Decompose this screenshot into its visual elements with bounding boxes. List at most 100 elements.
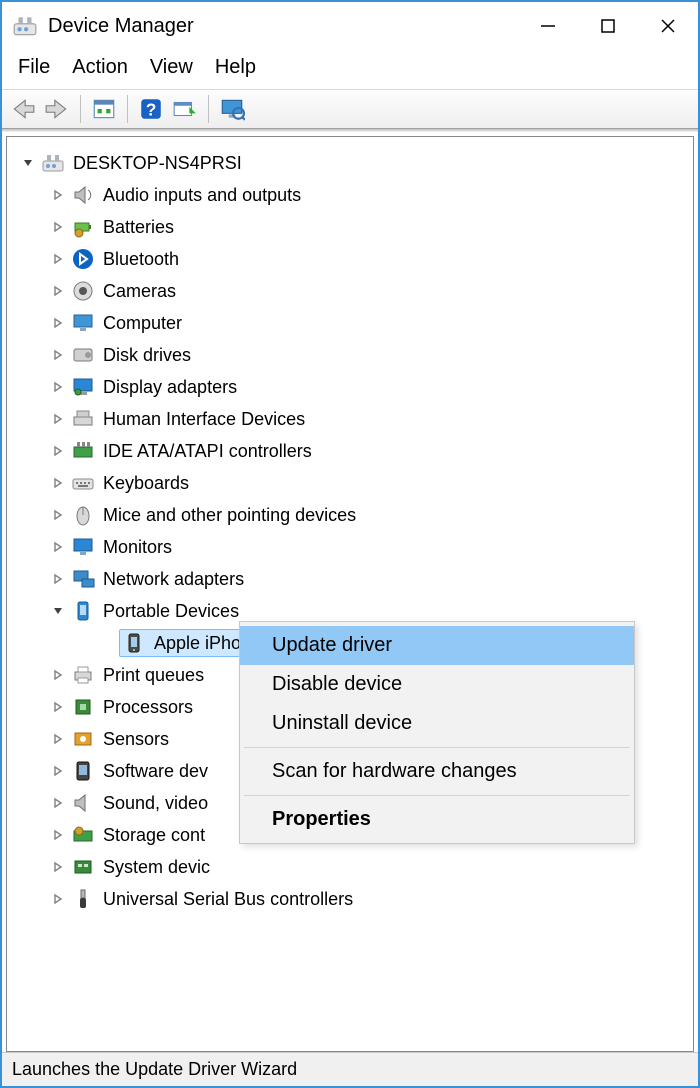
- usb-icon: [71, 887, 95, 911]
- menu-file[interactable]: File: [18, 56, 50, 79]
- tree-item[interactable]: Cameras: [13, 275, 687, 307]
- bluetooth-icon: [71, 247, 95, 271]
- menu-action[interactable]: Action: [72, 56, 128, 79]
- toolbar-shadow: [2, 129, 698, 132]
- context-menu: Update driverDisable deviceUninstall dev…: [239, 621, 635, 844]
- chevron-down-icon[interactable]: [49, 602, 67, 620]
- tree-item[interactable]: Mice and other pointing devices: [13, 499, 687, 531]
- status-text: Launches the Update Driver Wizard: [12, 1059, 297, 1080]
- forward-button[interactable]: [42, 94, 72, 124]
- svg-text:?: ?: [146, 100, 157, 120]
- context-menu-separator: [244, 747, 630, 748]
- tree-item[interactable]: Bluetooth: [13, 243, 687, 275]
- menu-view[interactable]: View: [150, 56, 193, 79]
- tree-item-label: Disk drives: [103, 345, 191, 366]
- tree-item[interactable]: Computer: [13, 307, 687, 339]
- keyboard-icon: [71, 471, 95, 495]
- tree-item[interactable]: Disk drives: [13, 339, 687, 371]
- tree-item-label: Monitors: [103, 537, 172, 558]
- monitor-icon: [71, 535, 95, 559]
- chevron-right-icon[interactable]: [49, 762, 67, 780]
- ide-icon: [71, 439, 95, 463]
- battery-icon: [71, 215, 95, 239]
- context-menu-item[interactable]: Disable device: [240, 665, 634, 704]
- chevron-right-icon[interactable]: [49, 218, 67, 236]
- tree-item-label: Print queues: [103, 665, 204, 686]
- tree-item[interactable]: Batteries: [13, 211, 687, 243]
- tree-item[interactable]: Network adapters: [13, 563, 687, 595]
- tree-root-label: DESKTOP-NS4PRSI: [73, 153, 242, 174]
- minimize-button[interactable]: [518, 2, 578, 50]
- context-menu-item[interactable]: Scan for hardware changes: [240, 752, 634, 791]
- chevron-right-icon[interactable]: [49, 442, 67, 460]
- tree-item-label: System devic: [103, 857, 210, 878]
- device-tree[interactable]: DESKTOP-NS4PRSI Audio inputs and outputs…: [6, 136, 694, 1052]
- chevron-down-icon[interactable]: [19, 154, 37, 172]
- scan-hardware-button[interactable]: [170, 94, 200, 124]
- tree-item[interactable]: Display adapters: [13, 371, 687, 403]
- toolbar-separator: [208, 95, 209, 123]
- chevron-right-icon[interactable]: [49, 250, 67, 268]
- tree-item-label: Audio inputs and outputs: [103, 185, 301, 206]
- chevron-right-icon[interactable]: [49, 378, 67, 396]
- chevron-right-icon[interactable]: [49, 794, 67, 812]
- chevron-right-icon[interactable]: [49, 282, 67, 300]
- tree-item-label: Processors: [103, 697, 193, 718]
- context-menu-item[interactable]: Properties: [240, 800, 634, 839]
- tree-item[interactable]: Human Interface Devices: [13, 403, 687, 435]
- toolbar-separator: [80, 95, 81, 123]
- tree-item[interactable]: System devic: [13, 851, 687, 883]
- app-icon: [12, 13, 38, 39]
- chevron-right-icon[interactable]: [49, 730, 67, 748]
- chevron-right-icon[interactable]: [49, 826, 67, 844]
- monitor-button[interactable]: [217, 94, 247, 124]
- chevron-right-icon[interactable]: [49, 346, 67, 364]
- tree-item-label: IDE ATA/ATAPI controllers: [103, 441, 312, 462]
- chevron-right-icon[interactable]: [49, 698, 67, 716]
- iphone-icon: [122, 631, 146, 655]
- tree-item[interactable]: Universal Serial Bus controllers: [13, 883, 687, 915]
- status-bar: Launches the Update Driver Wizard: [2, 1052, 698, 1086]
- tree-item[interactable]: Monitors: [13, 531, 687, 563]
- chevron-right-icon[interactable]: [49, 506, 67, 524]
- sound-icon: [71, 791, 95, 815]
- context-menu-item[interactable]: Update driver: [240, 626, 634, 665]
- titlebar: Device Manager: [2, 2, 698, 50]
- maximize-button[interactable]: [578, 2, 638, 50]
- display-icon: [71, 375, 95, 399]
- printer-icon: [71, 663, 95, 687]
- help-button[interactable]: ?: [136, 94, 166, 124]
- tree-item[interactable]: Audio inputs and outputs: [13, 179, 687, 211]
- close-button[interactable]: [638, 2, 698, 50]
- chevron-right-icon[interactable]: [49, 314, 67, 332]
- tree-item-label: Sound, video: [103, 793, 208, 814]
- system-icon: [71, 855, 95, 879]
- tree-root[interactable]: DESKTOP-NS4PRSI: [13, 147, 687, 179]
- context-menu-item[interactable]: Uninstall device: [240, 704, 634, 743]
- tree-item-label: Batteries: [103, 217, 174, 238]
- chevron-right-icon[interactable]: [49, 538, 67, 556]
- toolbar: ?: [2, 89, 698, 129]
- chevron-right-icon[interactable]: [49, 410, 67, 428]
- software-icon: [71, 759, 95, 783]
- context-menu-separator: [244, 795, 630, 796]
- chevron-right-icon[interactable]: [49, 570, 67, 588]
- hid-icon: [71, 407, 95, 431]
- tree-item[interactable]: IDE ATA/ATAPI controllers: [13, 435, 687, 467]
- tree-item-label: Mice and other pointing devices: [103, 505, 356, 526]
- chevron-right-icon[interactable]: [49, 858, 67, 876]
- tree-item-label: Human Interface Devices: [103, 409, 305, 430]
- back-button[interactable]: [8, 94, 38, 124]
- computer-root-icon: [41, 151, 65, 175]
- show-hide-console-tree-button[interactable]: [89, 94, 119, 124]
- chevron-right-icon[interactable]: [49, 186, 67, 204]
- menu-help[interactable]: Help: [215, 56, 256, 79]
- computer-icon: [71, 311, 95, 335]
- tree-item-label: Bluetooth: [103, 249, 179, 270]
- tree-item[interactable]: Keyboards: [13, 467, 687, 499]
- toolbar-separator: [127, 95, 128, 123]
- chevron-right-icon[interactable]: [49, 666, 67, 684]
- speaker-icon: [71, 183, 95, 207]
- chevron-right-icon[interactable]: [49, 474, 67, 492]
- chevron-right-icon[interactable]: [49, 890, 67, 908]
